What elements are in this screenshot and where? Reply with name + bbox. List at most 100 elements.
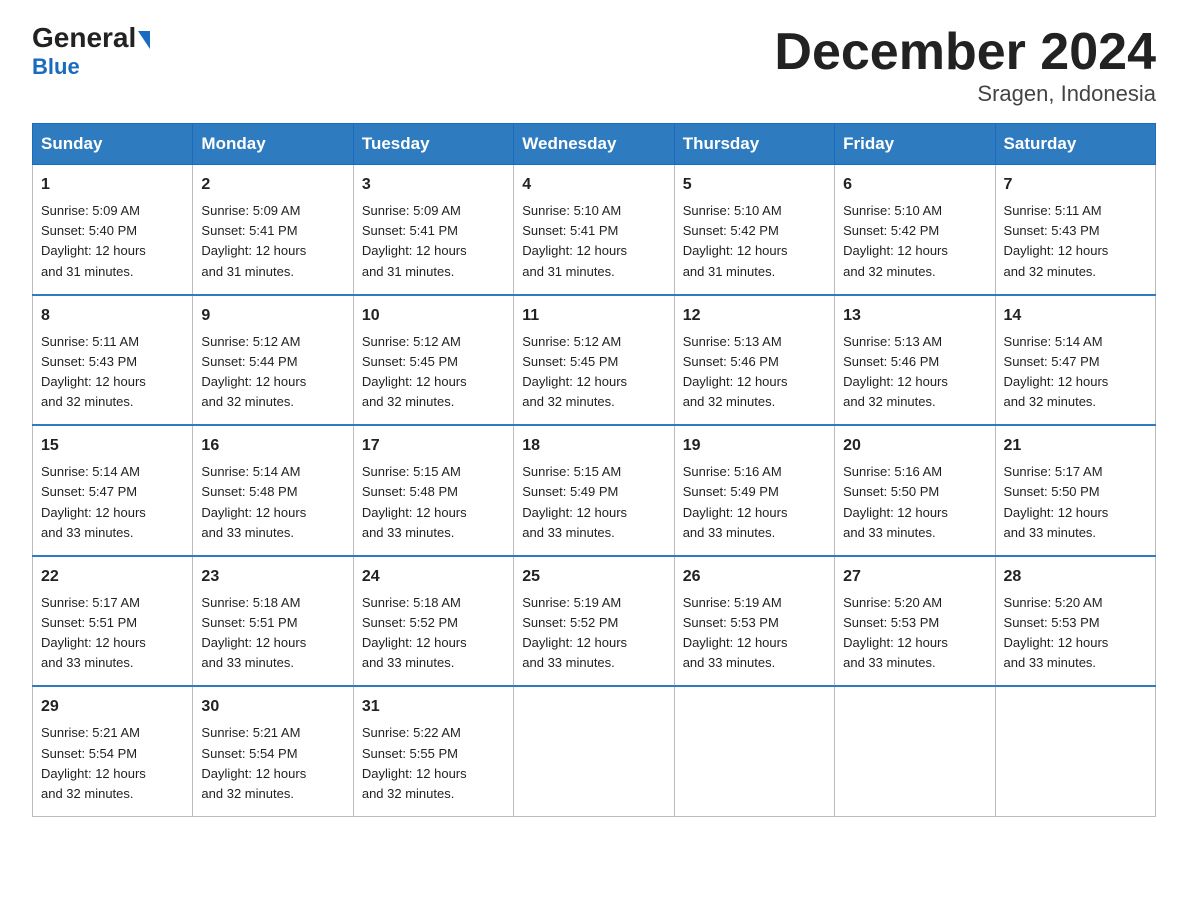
day-number: 25 (522, 565, 665, 589)
day-cell-21: 21Sunrise: 5:17 AMSunset: 5:50 PMDayligh… (995, 425, 1155, 556)
week-row-2: 8 Sunrise: 5:11 AMSunset: 5:43 PMDaylight… (33, 295, 1156, 426)
day-info: Sunrise: 5:13 AMSunset: 5:46 PMDaylight:… (843, 332, 986, 413)
weekday-header-thursday: Thursday (674, 124, 834, 165)
day-info: Sunrise: 5:09 AMSunset: 5:41 PMDaylight:… (201, 201, 344, 282)
day-cell-25: 25 Sunrise: 5:19 AMSunset: 5:52 PMDayligh… (514, 556, 674, 687)
weekday-header-wednesday: Wednesday (514, 124, 674, 165)
day-cell-23: 23Sunrise: 5:18 AMSunset: 5:51 PMDayligh… (193, 556, 353, 687)
day-cell-7: 7 Sunrise: 5:11 AMSunset: 5:43 PMDaylight… (995, 165, 1155, 295)
day-cell-8: 8 Sunrise: 5:11 AMSunset: 5:43 PMDaylight… (33, 295, 193, 426)
day-cell-9: 9 Sunrise: 5:12 AMSunset: 5:44 PMDaylight… (193, 295, 353, 426)
day-number: 29 (41, 695, 184, 719)
day-number: 5 (683, 173, 826, 197)
day-number: 24 (362, 565, 505, 589)
day-info: Sunrise: 5:10 AMSunset: 5:41 PMDaylight:… (522, 201, 665, 282)
day-info: Sunrise: 5:14 AMSunset: 5:47 PMDaylight:… (41, 462, 184, 543)
day-cell-4: 4Sunrise: 5:10 AMSunset: 5:41 PMDaylight… (514, 165, 674, 295)
day-cell-2: 2 Sunrise: 5:09 AMSunset: 5:41 PMDaylight… (193, 165, 353, 295)
day-number: 15 (41, 434, 184, 458)
day-cell-19: 19 Sunrise: 5:16 AMSunset: 5:49 PMDayligh… (674, 425, 834, 556)
day-cell-1: 1 Sunrise: 5:09 AMSunset: 5:40 PMDaylight… (33, 165, 193, 295)
day-number: 31 (362, 695, 505, 719)
day-info: Sunrise: 5:15 AMSunset: 5:48 PMDaylight:… (362, 462, 505, 543)
day-number: 1 (41, 173, 184, 197)
week-row-1: 1 Sunrise: 5:09 AMSunset: 5:40 PMDaylight… (33, 165, 1156, 295)
day-info: Sunrise: 5:16 AMSunset: 5:49 PMDaylight:… (683, 462, 826, 543)
day-cell-17: 17 Sunrise: 5:15 AMSunset: 5:48 PMDayligh… (353, 425, 513, 556)
day-cell-11: 11 Sunrise: 5:12 AMSunset: 5:45 PMDayligh… (514, 295, 674, 426)
day-info: Sunrise: 5:14 AMSunset: 5:48 PMDaylight:… (201, 462, 344, 543)
title-block: December 2024 Sragen, Indonesia (774, 24, 1156, 107)
day-info: Sunrise: 5:13 AMSunset: 5:46 PMDaylight:… (683, 332, 826, 413)
empty-cell (835, 686, 995, 816)
day-info: Sunrise: 5:20 AMSunset: 5:53 PMDaylight:… (1004, 593, 1147, 674)
weekday-header-monday: Monday (193, 124, 353, 165)
day-number: 20 (843, 434, 986, 458)
day-cell-24: 24 Sunrise: 5:18 AMSunset: 5:52 PMDayligh… (353, 556, 513, 687)
day-cell-6: 6 Sunrise: 5:10 AMSunset: 5:42 PMDaylight… (835, 165, 995, 295)
weekday-header-tuesday: Tuesday (353, 124, 513, 165)
day-info: Sunrise: 5:15 AMSunset: 5:49 PMDaylight:… (522, 462, 665, 543)
day-cell-15: 15 Sunrise: 5:14 AMSunset: 5:47 PMDayligh… (33, 425, 193, 556)
logo-blue: Blue (32, 54, 80, 80)
day-number: 26 (683, 565, 826, 589)
day-info: Sunrise: 5:22 AMSunset: 5:55 PMDaylight:… (362, 723, 505, 804)
day-cell-14: 14Sunrise: 5:14 AMSunset: 5:47 PMDayligh… (995, 295, 1155, 426)
day-cell-10: 10 Sunrise: 5:12 AMSunset: 5:45 PMDayligh… (353, 295, 513, 426)
location: Sragen, Indonesia (774, 81, 1156, 107)
day-number: 18 (522, 434, 665, 458)
day-info: Sunrise: 5:09 AMSunset: 5:40 PMDaylight:… (41, 201, 184, 282)
day-info: Sunrise: 5:16 AMSunset: 5:50 PMDaylight:… (843, 462, 986, 543)
weekday-header-saturday: Saturday (995, 124, 1155, 165)
day-cell-28: 28 Sunrise: 5:20 AMSunset: 5:53 PMDayligh… (995, 556, 1155, 687)
day-info: Sunrise: 5:21 AMSunset: 5:54 PMDaylight:… (41, 723, 184, 804)
day-info: Sunrise: 5:20 AMSunset: 5:53 PMDaylight:… (843, 593, 986, 674)
day-cell-18: 18 Sunrise: 5:15 AMSunset: 5:49 PMDayligh… (514, 425, 674, 556)
logo-general: General (32, 24, 136, 52)
day-number: 2 (201, 173, 344, 197)
day-number: 12 (683, 304, 826, 328)
day-info: Sunrise: 5:17 AMSunset: 5:50 PMDaylight:… (1004, 462, 1147, 543)
day-cell-22: 22 Sunrise: 5:17 AMSunset: 5:51 PMDayligh… (33, 556, 193, 687)
weekday-header-row: SundayMondayTuesdayWednesdayThursdayFrid… (33, 124, 1156, 165)
calendar-table: SundayMondayTuesdayWednesdayThursdayFrid… (32, 123, 1156, 817)
day-number: 10 (362, 304, 505, 328)
day-number: 16 (201, 434, 344, 458)
day-number: 17 (362, 434, 505, 458)
day-number: 28 (1004, 565, 1147, 589)
page-header: General Blue December 2024 Sragen, Indon… (32, 24, 1156, 107)
day-info: Sunrise: 5:14 AMSunset: 5:47 PMDaylight:… (1004, 332, 1147, 413)
day-cell-3: 3Sunrise: 5:09 AMSunset: 5:41 PMDaylight… (353, 165, 513, 295)
day-info: Sunrise: 5:12 AMSunset: 5:45 PMDaylight:… (522, 332, 665, 413)
day-number: 3 (362, 173, 505, 197)
month-title: December 2024 (774, 24, 1156, 81)
day-cell-12: 12 Sunrise: 5:13 AMSunset: 5:46 PMDayligh… (674, 295, 834, 426)
empty-cell (514, 686, 674, 816)
day-info: Sunrise: 5:11 AMSunset: 5:43 PMDaylight:… (41, 332, 184, 413)
day-number: 8 (41, 304, 184, 328)
day-info: Sunrise: 5:12 AMSunset: 5:45 PMDaylight:… (362, 332, 505, 413)
day-number: 19 (683, 434, 826, 458)
day-cell-26: 26Sunrise: 5:19 AMSunset: 5:53 PMDayligh… (674, 556, 834, 687)
day-info: Sunrise: 5:11 AMSunset: 5:43 PMDaylight:… (1004, 201, 1147, 282)
day-number: 22 (41, 565, 184, 589)
empty-cell (674, 686, 834, 816)
day-info: Sunrise: 5:19 AMSunset: 5:52 PMDaylight:… (522, 593, 665, 674)
day-number: 7 (1004, 173, 1147, 197)
day-number: 11 (522, 304, 665, 328)
day-number: 27 (843, 565, 986, 589)
day-info: Sunrise: 5:17 AMSunset: 5:51 PMDaylight:… (41, 593, 184, 674)
day-number: 23 (201, 565, 344, 589)
day-cell-5: 5Sunrise: 5:10 AMSunset: 5:42 PMDaylight… (674, 165, 834, 295)
day-info: Sunrise: 5:12 AMSunset: 5:44 PMDaylight:… (201, 332, 344, 413)
day-cell-30: 30 Sunrise: 5:21 AMSunset: 5:54 PMDayligh… (193, 686, 353, 816)
day-cell-27: 27 Sunrise: 5:20 AMSunset: 5:53 PMDayligh… (835, 556, 995, 687)
day-info: Sunrise: 5:10 AMSunset: 5:42 PMDaylight:… (843, 201, 986, 282)
day-info: Sunrise: 5:18 AMSunset: 5:52 PMDaylight:… (362, 593, 505, 674)
day-number: 30 (201, 695, 344, 719)
day-info: Sunrise: 5:21 AMSunset: 5:54 PMDaylight:… (201, 723, 344, 804)
day-number: 9 (201, 304, 344, 328)
logo: General Blue (32, 24, 150, 80)
day-cell-31: 31 Sunrise: 5:22 AMSunset: 5:55 PMDayligh… (353, 686, 513, 816)
day-number: 6 (843, 173, 986, 197)
